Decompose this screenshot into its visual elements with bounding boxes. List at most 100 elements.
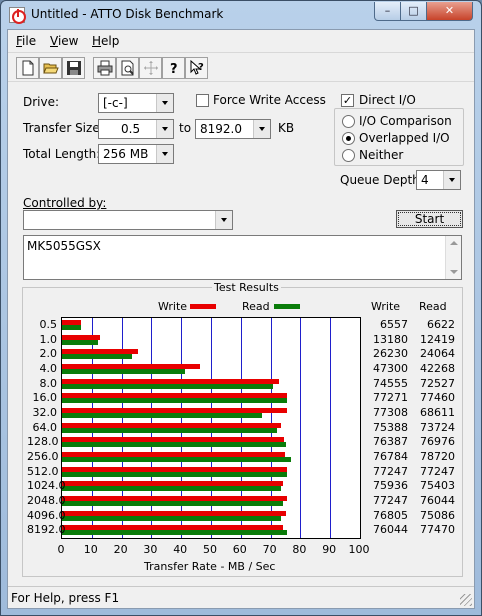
start-button[interactable]: Start: [396, 210, 463, 228]
print-icon: [97, 60, 112, 76]
drive-label: Drive:: [23, 95, 60, 109]
status-bar: For Help, press F1: [8, 586, 474, 608]
close-button[interactable]: ✕: [426, 2, 473, 21]
read-bar: [62, 398, 288, 404]
menu-help-label: elp: [101, 34, 120, 48]
new-button[interactable]: [16, 57, 39, 79]
chevron-down-icon[interactable]: [253, 120, 270, 138]
menu-view[interactable]: View: [50, 34, 78, 48]
read-value: 76044: [420, 494, 455, 507]
y-tick-label: 256.0: [27, 450, 59, 463]
description-field[interactable]: MK5055GSX: [23, 235, 462, 280]
resize-grip[interactable]: [460, 594, 472, 606]
read-bar: [62, 515, 281, 521]
maximize-button[interactable]: □: [400, 2, 427, 21]
context-help-button[interactable]: ?: [185, 57, 208, 79]
write-value: 75388: [373, 420, 408, 434]
move-button[interactable]: [139, 57, 162, 79]
total-length-label: Total Length:: [23, 147, 101, 161]
transfer-to-select[interactable]: 8192.0: [195, 119, 271, 139]
read-bar: [62, 354, 133, 360]
menu-file-label: ile: [22, 34, 37, 48]
print-preview-button[interactable]: [116, 57, 139, 79]
write-value: 77247: [373, 464, 408, 478]
menu-file[interactable]: File: [16, 34, 36, 48]
x-tick-label: 60: [232, 543, 247, 556]
scroll-down-icon[interactable]: [450, 270, 458, 274]
io-comparison-radio[interactable]: [342, 115, 355, 128]
read-value: 42268: [420, 362, 455, 375]
force-write-label: Force Write Access: [213, 93, 326, 107]
svg-text:?: ?: [198, 62, 204, 73]
help-button[interactable]: ?: [162, 57, 185, 79]
print-button[interactable]: [93, 57, 116, 79]
open-button[interactable]: [39, 57, 62, 79]
write-value: 6557: [380, 318, 408, 331]
read-bar: [62, 325, 82, 330]
menu-help[interactable]: Help: [92, 34, 119, 48]
write-legend-swatch: [190, 304, 216, 309]
atto-app-icon[interactable]: [9, 7, 26, 24]
chevron-down-icon[interactable]: [156, 120, 173, 138]
read-bar: [62, 383, 274, 389]
minimize-button[interactable]: –: [374, 2, 401, 21]
write-value: 75936: [373, 479, 408, 493]
y-tick-label: 0.5: [39, 318, 58, 331]
controlled-by-select[interactable]: [23, 210, 233, 230]
read-value: 78720: [420, 450, 455, 463]
save-button[interactable]: [62, 57, 85, 79]
y-tick-label: 32.0: [32, 406, 58, 419]
read-bar: [62, 442, 286, 448]
y-tick-label: 1.0: [39, 332, 58, 346]
x-tick-label: 50: [203, 543, 217, 556]
overlapped-io-radio[interactable]: [342, 132, 355, 145]
write-value: 77247: [373, 494, 408, 507]
total-length-select[interactable]: 256 MB: [98, 144, 174, 164]
read-bar: [62, 501, 284, 506]
write-value: 76805: [373, 508, 408, 522]
write-value: 77308: [373, 406, 408, 419]
total-length-value: 256 MB: [103, 147, 149, 161]
description-scrollbar[interactable]: [445, 236, 461, 279]
queue-depth-value: 4: [421, 173, 429, 187]
title-bar[interactable]: Untitled - ATTO Disk Benchmark – □ ✕: [1, 1, 481, 29]
read-bar: [62, 339, 99, 345]
force-write-checkbox[interactable]: [196, 94, 209, 107]
test-results-title: Test Results: [212, 281, 281, 294]
print-preview-icon: [121, 60, 134, 76]
read-value: 77247: [420, 464, 455, 478]
io-comparison-label: I/O Comparison: [359, 114, 452, 128]
x-tick-label: 80: [292, 543, 307, 556]
test-results-group: Test Results Write Read Write Read Trans…: [22, 281, 463, 577]
transfer-to-label: to: [179, 121, 192, 135]
read-column-header: Read: [419, 300, 447, 313]
write-value: 26230: [373, 347, 408, 361]
queue-depth-select[interactable]: 4: [416, 170, 461, 190]
chevron-down-icon[interactable]: [156, 94, 173, 112]
scroll-up-icon[interactable]: [450, 241, 458, 245]
chevron-down-icon[interactable]: [443, 171, 460, 189]
window-title: Untitled - ATTO Disk Benchmark: [31, 7, 224, 21]
read-value: 68611: [420, 406, 455, 419]
gridline: [300, 318, 302, 538]
write-value: 76387: [373, 435, 408, 449]
description-text: MK5055GSX: [27, 239, 101, 253]
read-bar: [62, 369, 185, 374]
neither-radio[interactable]: [342, 149, 355, 162]
chevron-down-icon[interactable]: [156, 145, 173, 163]
drive-value: [-c-]: [103, 96, 128, 110]
overlapped-io-label: Overlapped I/O: [359, 131, 450, 145]
controlled-by-label: Controlled by:: [23, 196, 107, 210]
direct-io-checkbox[interactable]: ✓: [341, 94, 354, 107]
chevron-down-icon[interactable]: [215, 211, 232, 229]
read-value: 77470: [420, 523, 455, 537]
transfer-from-select[interactable]: 0.5: [98, 119, 174, 139]
read-value: 73724: [420, 420, 455, 434]
transfer-to-value: 8192.0: [200, 122, 242, 136]
drive-select[interactable]: [-c-]: [98, 93, 174, 113]
read-legend-label: Read: [242, 300, 270, 313]
y-tick-label: 8192.0: [27, 523, 66, 537]
move-icon: [143, 61, 158, 75]
save-icon: [66, 61, 81, 75]
y-tick-label: 16.0: [32, 391, 58, 405]
